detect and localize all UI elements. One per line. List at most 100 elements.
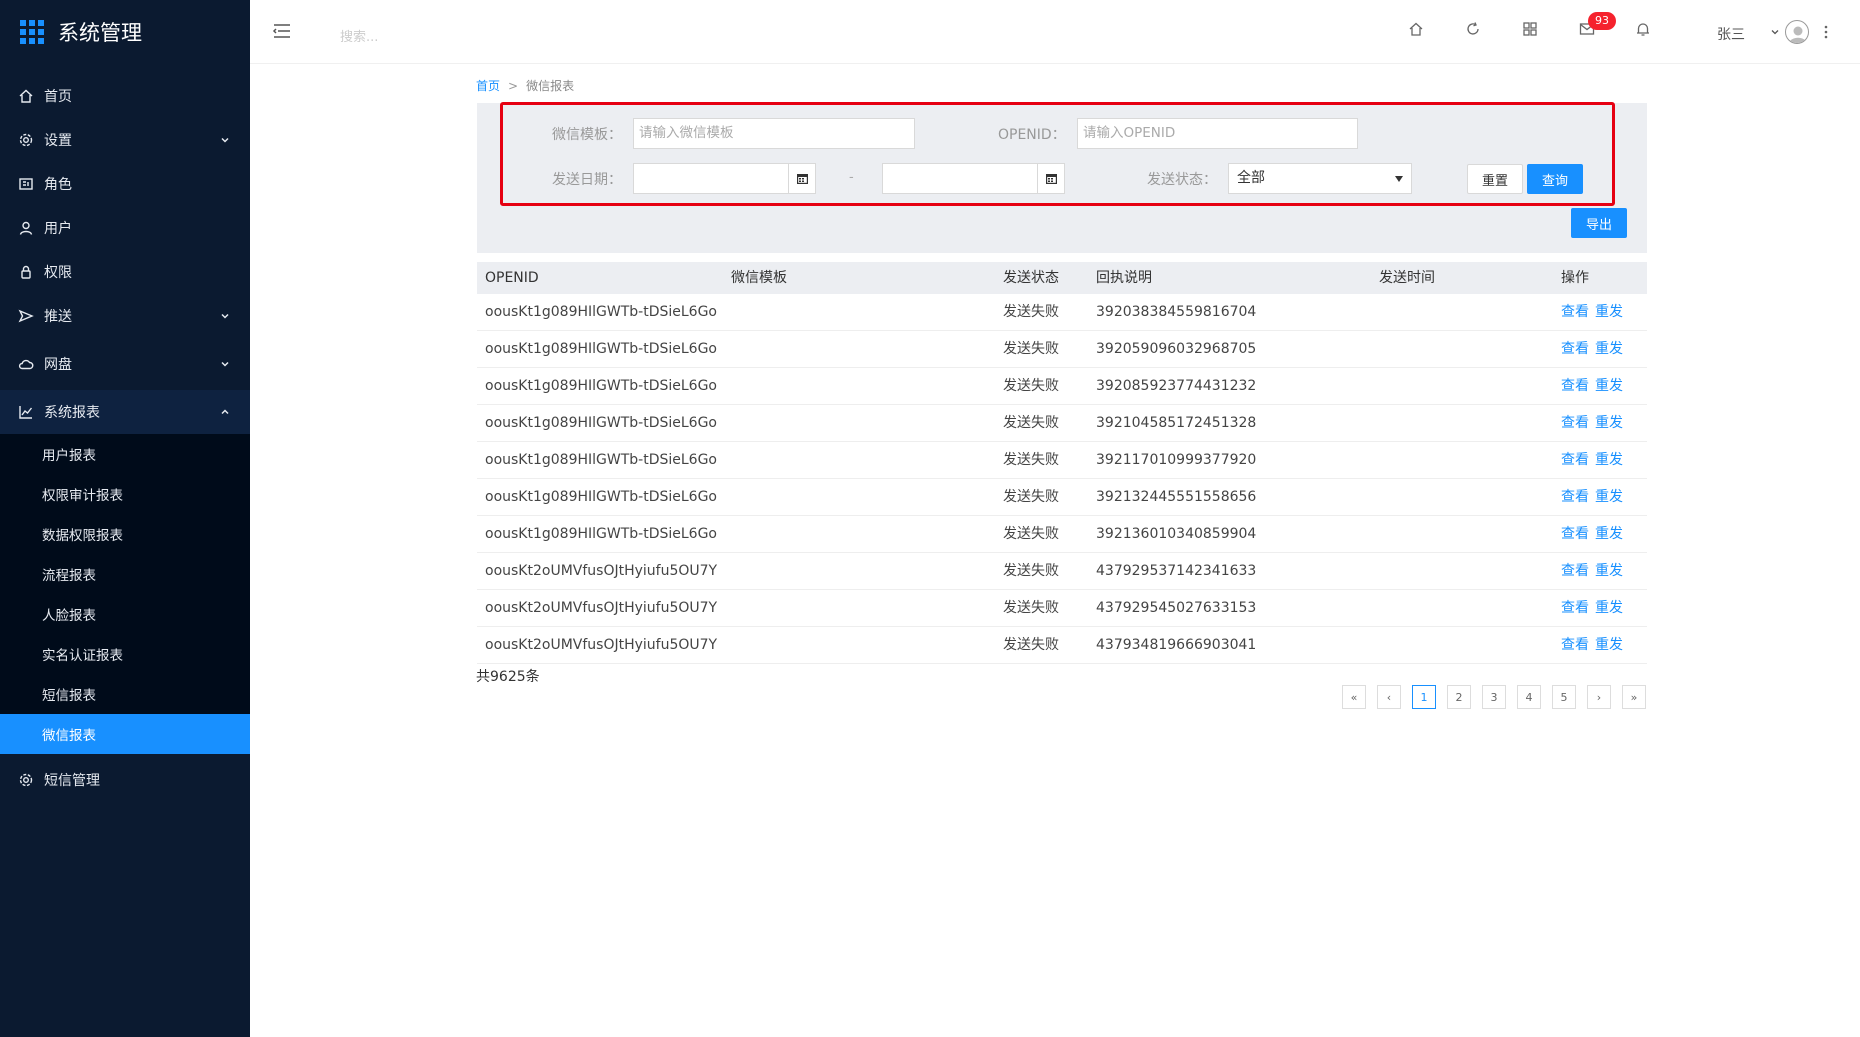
- status-select[interactable]: 全部: [1228, 163, 1412, 194]
- cell-actions: 查看 重发: [1561, 479, 1629, 515]
- sidebar-item-netdisk[interactable]: 网盘: [0, 342, 250, 386]
- more-icon[interactable]: [1824, 24, 1828, 40]
- cell-status: 发送失败: [1003, 637, 1059, 653]
- view-link[interactable]: 查看: [1561, 637, 1589, 653]
- cell-status: 发送失败: [1003, 341, 1059, 357]
- resend-link[interactable]: 重发: [1595, 341, 1623, 357]
- bell-icon[interactable]: [1634, 20, 1654, 40]
- sidebar-item-permissions[interactable]: 权限: [0, 250, 250, 294]
- breadcrumb-current: 微信报表: [526, 79, 575, 93]
- submenu-item-data-permission-report[interactable]: 数据权限报表: [0, 514, 250, 554]
- total-count: 共9625条: [476, 669, 540, 685]
- cell-receipt: 392104585172451328: [1096, 415, 1257, 431]
- view-link[interactable]: 查看: [1561, 378, 1589, 394]
- resend-link[interactable]: 重发: [1595, 415, 1623, 431]
- chevron-up-icon: [221, 409, 229, 415]
- submenu-item-realname-report[interactable]: 实名认证报表: [0, 634, 250, 674]
- page-first-button[interactable]: «: [1342, 685, 1366, 709]
- submenu-item-permission-audit-report[interactable]: 权限审计报表: [0, 474, 250, 514]
- cell-openid: oousKt1g089HIlGWTb-tDSieL6Go: [485, 415, 717, 431]
- page-button[interactable]: 4: [1517, 685, 1541, 709]
- sidebar-item-push[interactable]: 推送: [0, 294, 250, 338]
- sidebar-item-roles[interactable]: 角色: [0, 162, 250, 206]
- table-row: oousKt1g089HIlGWTb-tDSieL6Go 发送失败 39211701…: [477, 442, 1647, 479]
- view-link[interactable]: 查看: [1561, 452, 1589, 468]
- page-button[interactable]: 3: [1482, 685, 1506, 709]
- column-header: 回执说明: [1096, 270, 1152, 286]
- resend-link[interactable]: 重发: [1595, 378, 1623, 394]
- sidebar-item-label: 网盘: [44, 357, 72, 373]
- submenu-item-face-report[interactable]: 人脸报表: [0, 594, 250, 634]
- avatar[interactable]: [1785, 20, 1809, 44]
- username[interactable]: 张三: [1717, 24, 1745, 44]
- cell-actions: 查看 重发: [1561, 368, 1629, 404]
- resend-link[interactable]: 重发: [1595, 304, 1623, 320]
- sidebar-item-users[interactable]: 用户: [0, 206, 250, 250]
- cell-openid: oousKt1g089HIlGWTb-tDSieL6Go: [485, 304, 717, 320]
- resend-link[interactable]: 重发: [1595, 600, 1623, 616]
- page-prev-button[interactable]: ‹: [1377, 685, 1401, 709]
- query-button[interactable]: 查询: [1527, 164, 1583, 194]
- column-header: OPENID: [485, 270, 539, 286]
- openid-label: OPENID：: [998, 127, 1066, 143]
- page-next-button[interactable]: ›: [1587, 685, 1611, 709]
- sidebar-item-settings[interactable]: 设置: [0, 118, 250, 162]
- resend-link[interactable]: 重发: [1595, 489, 1623, 505]
- role-icon: [18, 176, 34, 192]
- openid-input[interactable]: 请输入OPENID: [1077, 118, 1358, 149]
- calendar-icon[interactable]: [1037, 163, 1065, 194]
- cell-receipt: 392085923774431232: [1096, 378, 1257, 394]
- resend-link[interactable]: 重发: [1595, 526, 1623, 542]
- cell-actions: 查看 重发: [1561, 516, 1629, 552]
- page-button[interactable]: 2: [1447, 685, 1471, 709]
- status-select-value: 全部: [1237, 170, 1265, 186]
- submenu-item-process-report[interactable]: 流程报表: [0, 554, 250, 594]
- resend-link[interactable]: 重发: [1595, 563, 1623, 579]
- end-date-input[interactable]: [882, 163, 1038, 194]
- start-date-input[interactable]: [633, 163, 789, 194]
- grid-icon[interactable]: [1521, 20, 1541, 40]
- cell-openid: oousKt1g089HIlGWTb-tDSieL6Go: [485, 452, 717, 468]
- calendar-icon[interactable]: [788, 163, 816, 194]
- table-row: oousKt2oUMVfusOJtHyiufu5OU7Y 发送失败 43792953…: [477, 553, 1647, 590]
- cell-actions: 查看 重发: [1561, 627, 1629, 663]
- sidebar-item-label: 系统报表: [44, 405, 100, 421]
- submenu-item-user-report[interactable]: 用户报表: [0, 434, 250, 474]
- sidebar-item-sms-management[interactable]: 短信管理: [0, 758, 250, 802]
- table-row: oousKt1g089HIlGWTb-tDSieL6Go 发送失败 39205909…: [477, 331, 1647, 368]
- cell-receipt: 392038384559816704: [1096, 304, 1257, 320]
- cell-status: 发送失败: [1003, 526, 1059, 542]
- lock-icon: [18, 264, 34, 280]
- cell-status: 发送失败: [1003, 378, 1059, 394]
- page-button[interactable]: 5: [1552, 685, 1576, 709]
- view-link[interactable]: 查看: [1561, 415, 1589, 431]
- template-input[interactable]: 请输入微信模板: [633, 118, 915, 149]
- view-link[interactable]: 查看: [1561, 489, 1589, 505]
- column-header: 操作: [1561, 270, 1589, 286]
- chevron-down-icon[interactable]: [1770, 27, 1780, 37]
- page-last-button[interactable]: »: [1622, 685, 1646, 709]
- breadcrumb-home[interactable]: 首页: [476, 79, 500, 93]
- view-link[interactable]: 查看: [1561, 526, 1589, 542]
- breadcrumb-separator: >: [508, 79, 519, 93]
- sidebar-item-system-reports[interactable]: 系统报表: [0, 390, 250, 434]
- page-button[interactable]: 1: [1412, 685, 1436, 709]
- view-link[interactable]: 查看: [1561, 563, 1589, 579]
- submenu-item-sms-report[interactable]: 短信报表: [0, 674, 250, 714]
- resend-link[interactable]: 重发: [1595, 452, 1623, 468]
- view-link[interactable]: 查看: [1561, 304, 1589, 320]
- export-button[interactable]: 导出: [1571, 208, 1627, 238]
- view-link[interactable]: 查看: [1561, 600, 1589, 616]
- cell-openid: oousKt1g089HIlGWTb-tDSieL6Go: [485, 341, 717, 357]
- home-icon[interactable]: [1407, 20, 1427, 40]
- cell-receipt: 437934819666903041: [1096, 637, 1257, 653]
- submenu-item-wechat-report[interactable]: 微信报表: [0, 714, 250, 754]
- sidebar-item-home[interactable]: 首页: [0, 74, 250, 118]
- reset-button[interactable]: 重置: [1467, 164, 1523, 194]
- cell-actions: 查看 重发: [1561, 553, 1629, 589]
- resend-link[interactable]: 重发: [1595, 637, 1623, 653]
- refresh-icon[interactable]: [1464, 20, 1484, 40]
- column-header: 微信模板: [731, 270, 787, 286]
- view-link[interactable]: 查看: [1561, 341, 1589, 357]
- table-header: OPENID 微信模板 发送状态 回执说明 发送时间 操作: [477, 262, 1647, 294]
